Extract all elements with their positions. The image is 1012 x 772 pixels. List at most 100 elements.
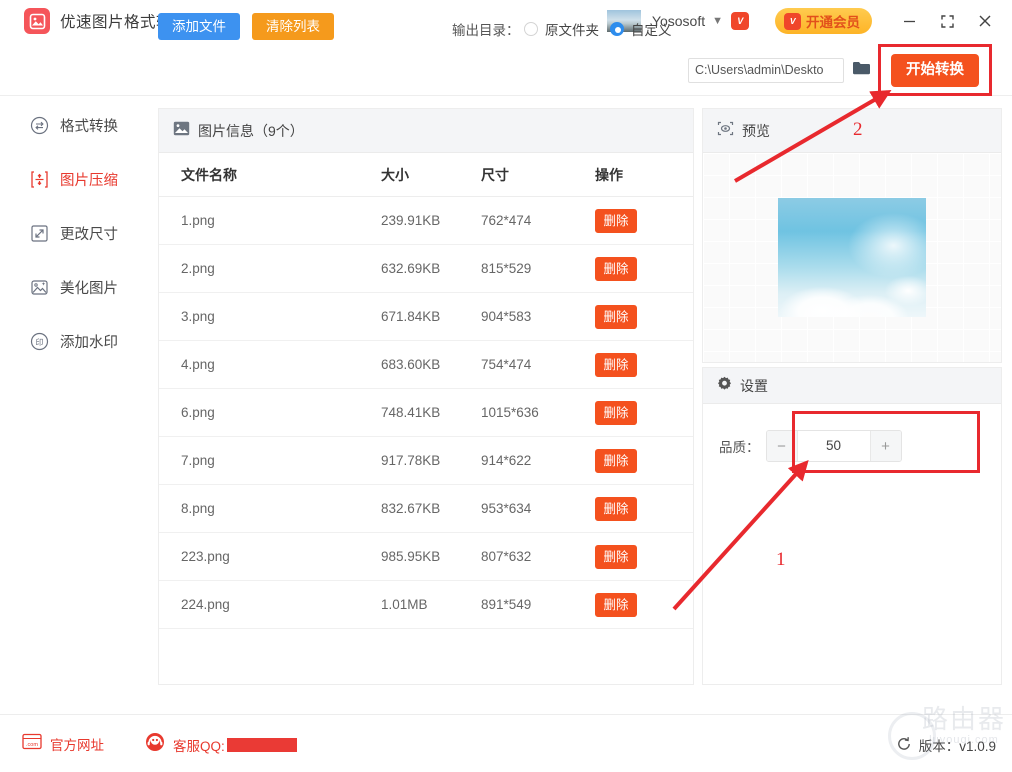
dot-com-icon: .com bbox=[22, 733, 42, 755]
image-list-title: 图片信息（9个） bbox=[198, 121, 304, 141]
cell-size: 671.84KB bbox=[381, 309, 481, 324]
vip-badge-icon: V bbox=[731, 12, 749, 30]
sidebar-label: 更改尺寸 bbox=[60, 223, 118, 244]
radio-custom-label: 自定义 bbox=[631, 19, 672, 39]
settings-header: 设置 bbox=[703, 368, 1001, 404]
cell-filename: 224.png bbox=[159, 597, 381, 612]
sidebar-item-resize[interactable]: 更改尺寸 bbox=[0, 212, 150, 254]
delete-button[interactable]: 删除 bbox=[595, 209, 637, 233]
radio-custom-dot[interactable] bbox=[610, 22, 624, 36]
output-path-input[interactable]: C:\Users\admin\Deskto bbox=[688, 58, 844, 83]
preview-panel: 预览 bbox=[702, 108, 1002, 363]
delete-button[interactable]: 删除 bbox=[595, 497, 637, 521]
official-website-link[interactable]: .com 官方网址 bbox=[22, 733, 104, 755]
support-qq-label: 客服QQ: bbox=[173, 735, 225, 755]
vip-icon: V bbox=[784, 13, 801, 30]
quality-decrease-button[interactable]: − bbox=[767, 431, 797, 461]
table-row[interactable]: 1.png 239.91KB 762*474 删除 bbox=[159, 197, 693, 245]
delete-button[interactable]: 删除 bbox=[595, 353, 637, 377]
cell-size: 748.41KB bbox=[381, 405, 481, 420]
quality-increase-button[interactable]: + bbox=[871, 431, 901, 461]
cell-filename: 8.png bbox=[159, 501, 381, 516]
footer: .com 官方网址 客服QQ: bbox=[0, 714, 1012, 772]
minimize-icon[interactable] bbox=[890, 0, 928, 42]
table-row[interactable]: 6.png 748.41KB 1015*636 删除 bbox=[159, 389, 693, 437]
sidebar-item-beautify[interactable]: 美化图片 bbox=[0, 266, 150, 308]
cell-size: 985.95KB bbox=[381, 549, 481, 564]
cell-dimensions: 815*529 bbox=[481, 261, 595, 276]
radio-custom-folder[interactable]: 自定义 bbox=[610, 19, 672, 39]
cell-size: 832.67KB bbox=[381, 501, 481, 516]
window-controls bbox=[890, 0, 1012, 42]
column-header-size: 大小 bbox=[381, 165, 481, 185]
headset-support-icon bbox=[145, 732, 165, 757]
output-dir-label: 输出目录： bbox=[452, 19, 520, 39]
cell-filename: 7.png bbox=[159, 453, 381, 468]
cell-dimensions: 891*549 bbox=[481, 597, 595, 612]
version-label: 版本：v1.0.9 bbox=[919, 735, 996, 755]
app-window: 优速图片格式转换器 Yososoft ▼ V V 开通会员 bbox=[0, 0, 1012, 772]
version-info: 版本：v1.0.9 bbox=[896, 735, 996, 755]
preview-eye-icon bbox=[717, 121, 734, 141]
table-row[interactable]: 224.png 1.01MB 891*549 删除 bbox=[159, 581, 693, 629]
preview-title: 预览 bbox=[742, 121, 770, 141]
quality-input[interactable]: 50 bbox=[797, 431, 871, 461]
gear-icon bbox=[717, 376, 732, 396]
cell-size: 683.60KB bbox=[381, 357, 481, 372]
table-row[interactable]: 7.png 917.78KB 914*622 删除 bbox=[159, 437, 693, 485]
maximize-icon[interactable] bbox=[928, 0, 966, 42]
cell-size: 917.78KB bbox=[381, 453, 481, 468]
table-row[interactable]: 8.png 832.67KB 953*634 删除 bbox=[159, 485, 693, 533]
svg-text:印: 印 bbox=[35, 338, 43, 347]
column-header-filename: 文件名称 bbox=[159, 165, 381, 185]
delete-button[interactable]: 删除 bbox=[595, 545, 637, 569]
clear-list-button[interactable]: 清除列表 bbox=[252, 13, 334, 40]
sidebar-label: 添加水印 bbox=[60, 331, 118, 352]
sidebar: 格式转换 图片压缩 bbox=[0, 96, 150, 714]
delete-button[interactable]: 删除 bbox=[595, 257, 637, 281]
folder-icon[interactable] bbox=[852, 60, 871, 81]
table-row[interactable]: 3.png 671.84KB 904*583 删除 bbox=[159, 293, 693, 341]
preview-thumbnail bbox=[778, 198, 926, 317]
cell-dimensions: 904*583 bbox=[481, 309, 595, 324]
close-icon[interactable] bbox=[966, 0, 1004, 42]
cell-size: 632.69KB bbox=[381, 261, 481, 276]
radio-original-dot[interactable] bbox=[524, 22, 538, 36]
table-row[interactable]: 4.png 683.60KB 754*474 删除 bbox=[159, 341, 693, 389]
sidebar-item-image-compress[interactable]: 图片压缩 bbox=[0, 158, 150, 200]
svg-text:.com: .com bbox=[26, 742, 38, 748]
cell-size: 1.01MB bbox=[381, 597, 481, 612]
settings-panel: 设置 品质： − 50 + bbox=[702, 367, 1002, 685]
delete-button[interactable]: 删除 bbox=[595, 449, 637, 473]
resize-icon bbox=[28, 222, 50, 244]
delete-button[interactable]: 删除 bbox=[595, 305, 637, 329]
open-vip-button[interactable]: V 开通会员 bbox=[775, 8, 872, 34]
radio-original-folder[interactable]: 原文件夹 bbox=[524, 19, 599, 39]
cell-filename: 2.png bbox=[159, 261, 381, 276]
convert-arrows-icon bbox=[28, 114, 50, 136]
radio-original-label: 原文件夹 bbox=[545, 19, 599, 39]
sidebar-item-watermark[interactable]: 印 添加水印 bbox=[0, 320, 150, 362]
add-files-button[interactable]: 添加文件 bbox=[158, 13, 240, 40]
cell-dimensions: 1015*636 bbox=[481, 405, 595, 420]
beautify-image-icon bbox=[28, 276, 50, 298]
delete-button[interactable]: 删除 bbox=[595, 593, 637, 617]
table-header: 文件名称 大小 尺寸 操作 bbox=[159, 153, 693, 197]
quality-stepper[interactable]: − 50 + bbox=[766, 430, 902, 462]
official-website-label: 官方网址 bbox=[50, 734, 104, 754]
chevron-down-icon[interactable]: ▼ bbox=[712, 16, 723, 27]
table-row[interactable]: 2.png 632.69KB 815*529 删除 bbox=[159, 245, 693, 293]
table-row[interactable]: 223.png 985.95KB 807*632 删除 bbox=[159, 533, 693, 581]
sidebar-label: 美化图片 bbox=[60, 277, 118, 298]
app-logo-icon bbox=[24, 8, 50, 34]
open-vip-label: 开通会员 bbox=[806, 11, 860, 31]
image-list-panel: 图片信息（9个） 文件名称 大小 尺寸 操作 1.png 239.91KB 76… bbox=[158, 108, 694, 685]
refresh-icon[interactable] bbox=[896, 736, 912, 755]
quality-setting-row: 品质： − 50 + bbox=[719, 430, 902, 462]
column-header-action: 操作 bbox=[595, 165, 691, 185]
column-header-dimensions: 尺寸 bbox=[481, 165, 595, 185]
cell-dimensions: 762*474 bbox=[481, 213, 595, 228]
sidebar-item-format-convert[interactable]: 格式转换 bbox=[0, 104, 150, 146]
delete-button[interactable]: 删除 bbox=[595, 401, 637, 425]
start-convert-button[interactable]: 开始转换 bbox=[891, 54, 979, 87]
